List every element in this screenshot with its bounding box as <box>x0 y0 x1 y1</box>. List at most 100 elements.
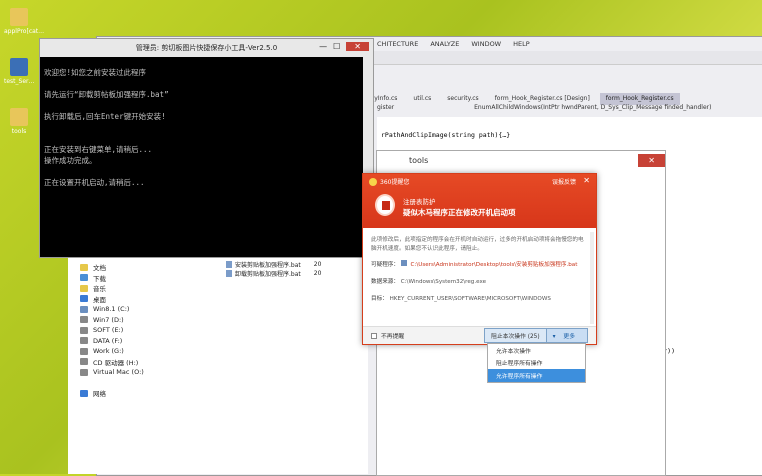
desktop-icon-label: test_Ser… <box>4 78 35 85</box>
block-once-button[interactable]: 阻止本次操作 (25) <box>485 329 546 342</box>
scrollbar[interactable] <box>590 232 594 324</box>
nav-item-label: 下载 <box>93 274 106 283</box>
close-icon[interactable]: ✕ <box>583 176 590 185</box>
target-path: HKEY_CURRENT_USER\SOFTWARE\MICROSOFT\WIN… <box>389 296 551 302</box>
document-folder-icon <box>80 263 88 271</box>
alert-header: 360提醒您 误报反馈 ✕ 注册表防护 疑似木马程序正在修改开机启动项 <box>363 174 596 228</box>
app-window-icon <box>10 58 28 76</box>
no-remind-checkbox[interactable] <box>371 332 377 339</box>
desktop-icon-label: tools <box>11 128 27 135</box>
nav-item[interactable]: DATA (F:) <box>80 336 240 347</box>
target-label: 目标： <box>371 296 388 302</box>
bat-file-icon <box>226 261 232 268</box>
drive-icon <box>80 316 88 324</box>
nav-item[interactable]: 桌面 <box>80 294 240 305</box>
window-title: tools <box>409 155 429 165</box>
file-list: 安装剪贴板加强程序.bat 20 卸载剪贴板加强程序.bat 20 <box>226 260 321 278</box>
console-line: 欢迎您!如您之前安装过此程序 <box>44 68 147 77</box>
security-alert-dialog: 360提醒您 误报反馈 ✕ 注册表防护 疑似木马程序正在修改开机启动项 此项修改… <box>362 173 597 345</box>
maximize-button[interactable]: ☐ <box>333 42 340 51</box>
drive-icon <box>80 347 88 355</box>
nav-item[interactable]: SOFT (E:) <box>80 325 240 336</box>
false-positive-link[interactable]: 误报反馈 <box>552 177 576 186</box>
nav-item-label: 网络 <box>93 390 106 399</box>
alert-title: 疑似木马程序正在修改开机启动项 <box>403 208 516 217</box>
menu-help[interactable]: HELP <box>513 40 530 48</box>
desktop-icon-tools[interactable]: tools <box>4 108 34 135</box>
menu-window[interactable]: WINDOW <box>471 40 501 48</box>
nav-item[interactable]: 音乐 <box>80 283 240 294</box>
target-row: 目标： HKEY_CURRENT_USER\SOFTWARE\MICROSOFT… <box>363 293 596 306</box>
code-line: rPathAndClipImage(string path){…} <box>381 131 511 139</box>
no-remind-label: 不再提醒 <box>381 334 405 340</box>
explorer-window: 文档 下载 音乐 桌面 Win8.1 (C:) Win7 (D:) SOFT (E:) DAT… <box>68 258 368 474</box>
alert-description: 此项修改后，此项指定的程序会在开机时自动运行，过多的开机启动项将会拖慢您的电脑开… <box>371 237 584 252</box>
nav-item[interactable]: Work (G:) <box>80 346 240 357</box>
data-source-row: 数据来源： C:\Windows\System32\reg.exe <box>363 276 596 289</box>
tools-title-bar: tools ✕ <box>377 151 665 169</box>
menu-item-allow-once[interactable]: 允许本次操作 <box>488 344 585 357</box>
nav-item <box>80 378 240 389</box>
close-button[interactable]: ✕ <box>638 153 665 167</box>
360-logo-icon <box>369 177 377 186</box>
bat-file-icon <box>226 270 232 277</box>
nav-item-label: DATA (F:) <box>93 336 123 345</box>
suspicious-program-row: 可疑程序： C:\Users\Administrator\Desktop\too… <box>363 258 596 272</box>
program-path[interactable]: C:\Users\Administrator\Desktop\tools\安装剪… <box>411 262 578 268</box>
nav-item[interactable]: Win7 (D:) <box>80 315 240 326</box>
file-row[interactable]: 卸载剪贴板加强程序.bat 20 <box>226 269 321 278</box>
download-folder-icon <box>80 274 88 282</box>
file-row[interactable]: 安装剪贴板加强程序.bat 20 <box>226 260 321 269</box>
cd-drive-icon <box>80 358 88 366</box>
member-dropdown[interactable]: EnumAllChildWindows(IntPtr hwndParent, D… <box>474 104 711 114</box>
nav-item-label: Work (G:) <box>93 347 124 356</box>
nav-item[interactable]: Virtual Mac (O:) <box>80 367 240 378</box>
drive-icon <box>80 337 88 345</box>
file-icon <box>400 260 407 266</box>
nav-item[interactable]: CD 驱动器 (H:) <box>80 357 240 368</box>
class-dropdown[interactable]: gister <box>377 104 394 114</box>
network-icon <box>80 389 88 397</box>
nav-item[interactable]: 下载 <box>80 273 240 284</box>
console-output: 欢迎您!如您之前安装过此程序 请先运行“卸载剪帖板加强程序.bat” 执行卸载后… <box>40 57 373 198</box>
desktop-icon-label: applPro[cat… <box>4 28 45 35</box>
menu-analyze[interactable]: ANALYZE <box>430 40 459 48</box>
music-folder-icon <box>80 284 88 292</box>
menu-item-block-all[interactable]: 阻止程序所有操作 <box>488 357 585 370</box>
close-button[interactable]: ✕ <box>346 42 369 51</box>
menu-architecture[interactable]: CHITECTURE <box>377 40 418 48</box>
nav-item-label: Win7 (D:) <box>93 315 124 324</box>
desktop-icon-test[interactable]: test_Ser… <box>4 58 35 85</box>
nav-item-label: SOFT (E:) <box>93 326 124 335</box>
desktop-icon-project[interactable]: applPro[cat… <box>4 8 45 35</box>
brand-label: 360提醒您 <box>380 179 410 186</box>
window-title: 管理员: 剪切板图片快捷保存小工具-Ver2.5.0 <box>135 44 278 52</box>
minimize-button[interactable]: — <box>319 42 327 51</box>
console-line: 正在设置开机启动,请稍后... <box>44 178 145 187</box>
alert-category: 注册表防护 <box>403 198 436 206</box>
console-line: 操作成功完成。 <box>44 156 97 165</box>
more-dropdown-button[interactable]: ▾ 更多 <box>545 329 587 342</box>
console-title-bar: 管理员: 剪切板图片快捷保存小工具-Ver2.5.0 — ☐ ✕ <box>40 39 373 57</box>
nav-item[interactable]: 网络 <box>80 388 240 399</box>
explorer-nav-pane: 文档 下载 音乐 桌面 Win8.1 (C:) Win7 (D:) SOFT (E:) DAT… <box>80 262 240 399</box>
vs-navigation-bar: gister EnumAllChildWindows(IntPtr hwndPa… <box>377 104 762 114</box>
file-date: 20 <box>313 270 322 277</box>
nav-item[interactable]: 文档 <box>80 262 240 273</box>
source-path: C:\Windows\System32\reg.exe <box>400 279 487 285</box>
nav-item-label: CD 驱动器 (H:) <box>93 358 139 367</box>
action-split-button: 阻止本次操作 (25) ▾ 更多 <box>484 328 588 343</box>
program-label: 可疑程序： <box>371 262 399 268</box>
menu-item-allow-all[interactable]: 允许程序所有操作 <box>488 369 585 382</box>
console-line: 请先运行“卸载剪帖板加强程序.bat” <box>44 90 169 99</box>
nav-item-label: Virtual Mac (O:) <box>93 368 144 377</box>
nav-item[interactable]: Win8.1 (C:) <box>80 304 240 315</box>
console-window: 管理员: 剪切板图片快捷保存小工具-Ver2.5.0 — ☐ ✕ 欢迎您!如您之… <box>39 38 374 258</box>
file-name: 卸载剪贴板加强程序.bat <box>235 271 301 278</box>
file-date: 20 <box>313 261 322 268</box>
drive-icon <box>80 368 88 376</box>
